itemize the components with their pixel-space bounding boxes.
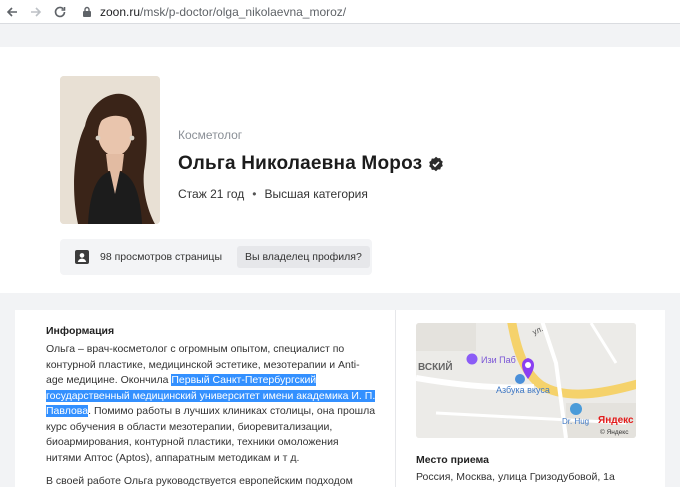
map-copyright: © Яндекс bbox=[600, 428, 629, 436]
poi-shop-icon[interactable] bbox=[515, 374, 525, 384]
profile-header: Косметолог Ольга Николаевна Мороз Стаж 2… bbox=[0, 47, 680, 293]
map-poi2-label: Азбука вкуса bbox=[496, 385, 550, 395]
profile-photo[interactable] bbox=[60, 76, 160, 224]
info-description-next: В своей работе Ольга руководствуется евр… bbox=[46, 475, 353, 487]
verified-icon bbox=[428, 156, 444, 172]
map-district-label: ВСКИЙ bbox=[418, 360, 453, 373]
experience-label: Стаж 21 год bbox=[178, 187, 245, 201]
info-title: Информация bbox=[46, 325, 115, 337]
info-description: Ольга – врач-косметолог с огромным опыто… bbox=[46, 342, 376, 466]
place-address: Россия, Москва, улица Гризодубовой, 1а bbox=[416, 471, 615, 483]
browser-toolbar: zoon.ru/msk/p-doctor/olga_nikolaevna_mor… bbox=[0, 0, 680, 24]
page-title: Ольга Николаевна Мороз bbox=[178, 153, 423, 174]
arrow-right-icon bbox=[31, 6, 42, 17]
url-text: zoon.ru/msk/p-doctor/olga_nikolaevna_mor… bbox=[100, 5, 346, 19]
lock-icon bbox=[80, 0, 94, 24]
reload-icon bbox=[54, 6, 66, 17]
info-divider bbox=[395, 310, 396, 487]
poi-pub-icon[interactable] bbox=[466, 353, 478, 365]
profile-meta: Стаж 21 год • Высшая категория bbox=[178, 187, 368, 201]
owner-profile-button[interactable]: Вы владелец профиля? bbox=[237, 246, 370, 268]
map-poi3-label: Dr. Hug bbox=[562, 417, 589, 426]
forward-button[interactable] bbox=[24, 0, 48, 24]
place-title: Место приема bbox=[416, 454, 490, 466]
profession-label: Косметолог bbox=[178, 128, 243, 142]
reload-button[interactable] bbox=[48, 0, 72, 24]
category-label: Высшая категория bbox=[264, 187, 368, 201]
arrow-left-icon bbox=[6, 6, 17, 17]
meta-separator: • bbox=[252, 187, 257, 201]
yandex-logo: Яндекс bbox=[598, 415, 634, 426]
map-widget[interactable]: ул. ВСКИЙ Изи Паб Азбука вкуса Dr. Hug Я… bbox=[416, 323, 636, 438]
url-host: zoon.ru bbox=[100, 4, 141, 19]
map-poi1-label: Изи Паб bbox=[481, 355, 516, 365]
stats-bar: 98 просмотров страницы Вы владелец профи… bbox=[60, 239, 372, 275]
person-card-icon bbox=[75, 250, 89, 264]
back-button[interactable] bbox=[0, 0, 24, 24]
views-count: 98 просмотров страницы bbox=[100, 251, 222, 263]
name-row: Ольга Николаевна Мороз bbox=[178, 153, 444, 175]
poi-vet-icon[interactable] bbox=[570, 403, 582, 415]
info-text-after: . Помимо работы в лучших клиниках столиц… bbox=[46, 405, 376, 464]
url-path: /msk/p-doctor/olga_nikolaevna_moroz/ bbox=[140, 4, 347, 19]
address-bar[interactable]: zoon.ru/msk/p-doctor/olga_nikolaevna_mor… bbox=[80, 0, 346, 24]
